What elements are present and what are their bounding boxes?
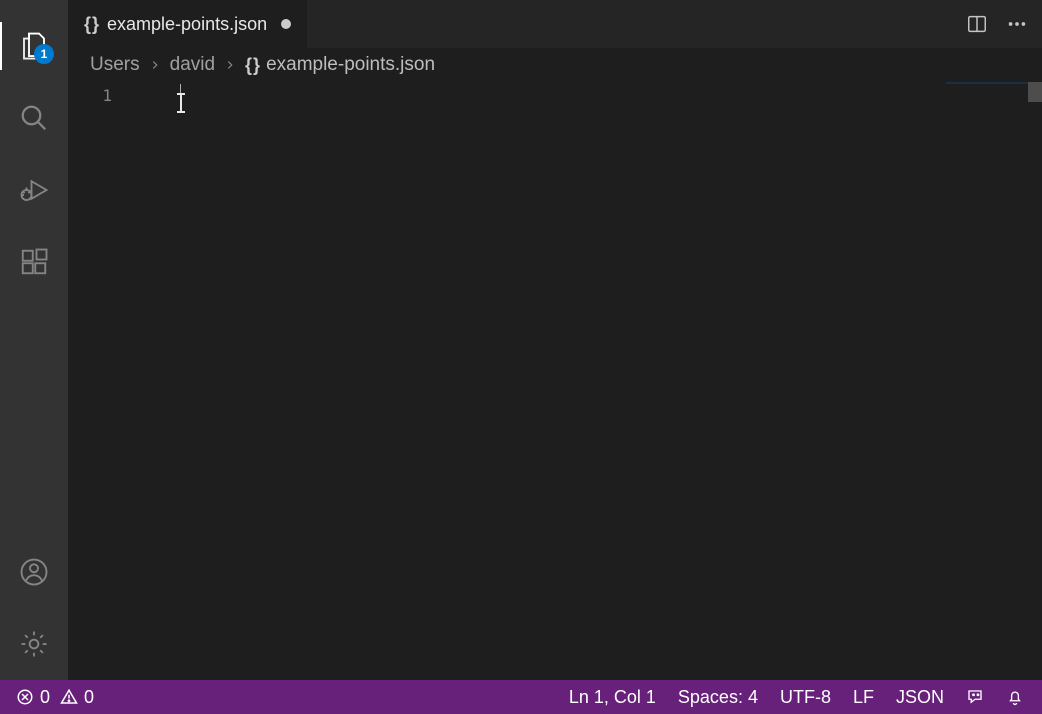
mouse-ibeam-cursor-icon xyxy=(180,94,182,112)
activity-search[interactable] xyxy=(0,82,68,154)
chevron-right-icon xyxy=(148,54,162,76)
status-line-col[interactable]: Ln 1, Col 1 xyxy=(569,687,656,708)
status-problems[interactable]: 0 0 xyxy=(16,687,94,708)
dirty-indicator-icon xyxy=(281,19,291,29)
extensions-icon xyxy=(19,247,49,277)
activity-settings[interactable] xyxy=(0,608,68,680)
debug-icon xyxy=(19,175,49,205)
json-braces-icon: { } xyxy=(84,14,97,35)
json-braces-icon: { } xyxy=(245,55,258,76)
status-errors-count: 0 xyxy=(40,687,50,708)
tab-example-points-json[interactable]: { } example-points.json xyxy=(68,0,307,48)
scrollbar-thumb[interactable] xyxy=(1028,82,1042,102)
tab-filename: example-points.json xyxy=(107,14,267,35)
status-indentation[interactable]: Spaces: 4 xyxy=(678,687,758,708)
activity-bar: 1 xyxy=(0,0,68,680)
status-feedback[interactable] xyxy=(966,688,984,706)
status-notifications[interactable] xyxy=(1006,688,1024,706)
ellipsis-icon xyxy=(1006,13,1028,35)
split-editor-icon xyxy=(966,13,988,35)
chevron-right-icon xyxy=(223,54,237,76)
bell-icon xyxy=(1006,688,1024,706)
status-language[interactable]: JSON xyxy=(896,687,944,708)
status-bar: 0 0 Ln 1, Col 1 Spaces: 4 UTF-8 LF JSON xyxy=(0,680,1042,714)
feedback-icon xyxy=(966,688,984,706)
line-gutter: 1 xyxy=(68,82,132,680)
breadcrumb-file[interactable]: { } example-points.json xyxy=(245,54,435,76)
status-warnings-count: 0 xyxy=(84,687,94,708)
code-area[interactable] xyxy=(132,82,1042,680)
tab-bar: { } example-points.json xyxy=(68,0,1042,48)
code-line-1[interactable] xyxy=(132,82,1042,106)
split-editor-button[interactable] xyxy=(966,13,988,35)
activity-explorer[interactable]: 1 xyxy=(0,10,68,82)
account-icon xyxy=(19,557,49,587)
breadcrumb-david[interactable]: david xyxy=(170,54,215,76)
search-icon xyxy=(19,103,49,133)
activity-extensions[interactable] xyxy=(0,226,68,298)
breadcrumb-filename: example-points.json xyxy=(266,54,435,76)
activity-accounts[interactable] xyxy=(0,536,68,608)
warning-icon xyxy=(60,688,78,706)
breadcrumb: Users david { } example-points.json xyxy=(68,48,1042,82)
error-icon xyxy=(16,688,34,706)
line-number: 1 xyxy=(68,86,112,105)
editor-body[interactable]: 1 xyxy=(68,82,1042,680)
status-encoding[interactable]: UTF-8 xyxy=(780,687,831,708)
breadcrumb-users[interactable]: Users xyxy=(90,54,140,76)
gear-icon xyxy=(19,629,49,659)
more-actions-button[interactable] xyxy=(1006,13,1028,35)
explorer-badge: 1 xyxy=(34,44,54,64)
status-eol[interactable]: LF xyxy=(853,687,874,708)
activity-run-debug[interactable] xyxy=(0,154,68,226)
